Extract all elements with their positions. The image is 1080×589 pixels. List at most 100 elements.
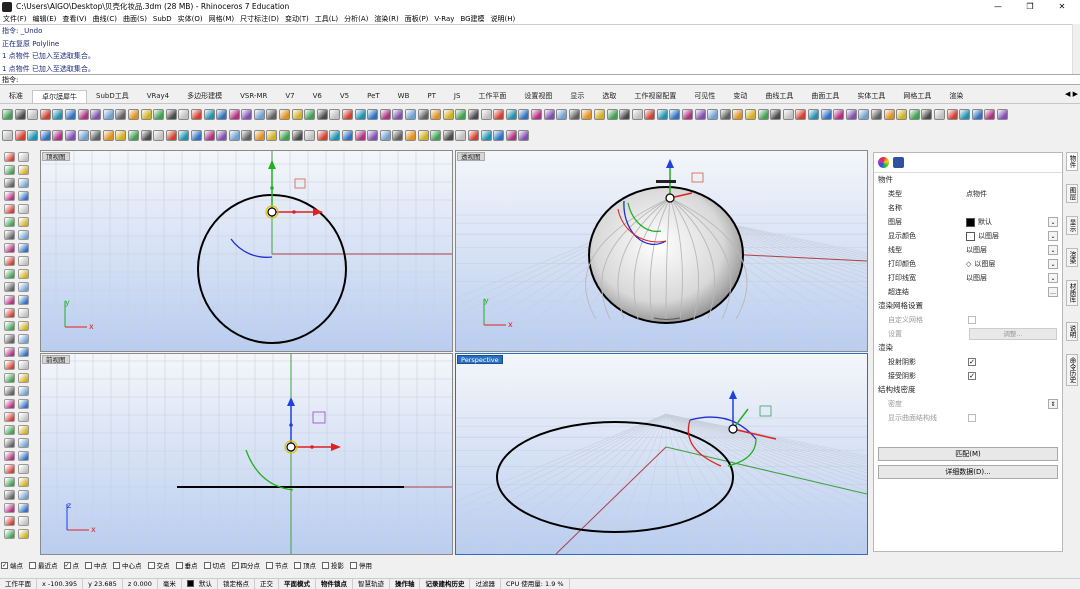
tab-viewport-layout[interactable]: 工作视窗配置 [625, 90, 685, 103]
sidebar-tool-icon[interactable] [4, 386, 15, 396]
toolbar-tool-icon[interactable] [178, 130, 190, 141]
menu-render[interactable]: 渲染(R) [371, 14, 401, 24]
toolbar-tool-icon[interactable] [921, 109, 933, 120]
toolbar-tool-icon[interactable] [77, 109, 89, 120]
toolbar-tool-icon[interactable] [291, 109, 303, 120]
gumball-center-persp[interactable] [728, 424, 738, 434]
toolbar-tool-icon[interactable] [644, 109, 656, 120]
toolbar-tool-icon[interactable] [606, 109, 618, 120]
menu-analyze[interactable]: 分析(A) [341, 14, 371, 24]
toolbar-tool-icon[interactable] [140, 109, 152, 120]
gumball-center[interactable] [267, 207, 277, 217]
toolbar-tool-icon[interactable] [39, 109, 51, 120]
menu-help[interactable]: 说明(H) [488, 14, 519, 24]
osnap-checkbox[interactable] [147, 561, 155, 569]
color-wheel-icon[interactable] [878, 157, 889, 168]
tab-scroll-arrows[interactable]: ◀ ▶ [1065, 90, 1078, 98]
osnap-intersection[interactable]: 交点 [147, 560, 170, 570]
sidebar-tool-icon[interactable] [18, 477, 29, 487]
toolbar-tool-icon[interactable] [682, 109, 694, 120]
osnap-quadrant[interactable]: ✓ 四分点 [231, 560, 260, 570]
toolbar-tool-icon[interactable] [253, 109, 265, 120]
tab-wb[interactable]: WB [389, 90, 419, 103]
toolbar-tool-icon[interactable] [770, 109, 782, 120]
status-osnap[interactable]: 物件锁点 [316, 578, 353, 589]
sidebar-tool-icon[interactable] [4, 191, 15, 201]
sidebar-tool-icon[interactable] [4, 477, 15, 487]
toolbar-tool-icon[interactable] [216, 109, 228, 120]
details-button[interactable]: 详细数据(D)... [878, 465, 1058, 479]
toolbar-tool-icon[interactable] [2, 109, 13, 120]
prop-row-print-width[interactable]: 打印线宽 以图层 ⌄ [874, 271, 1062, 285]
toolbar-tool-icon[interactable] [581, 109, 593, 120]
menu-tools[interactable]: 工具(L) [312, 14, 341, 24]
sidebar-tool-icon[interactable] [18, 529, 29, 539]
osnap-checkbox[interactable] [29, 561, 36, 569]
toolbar-tool-icon[interactable] [90, 109, 102, 120]
toolbar-tool-icon[interactable] [707, 109, 719, 120]
toolbar-tool-icon[interactable] [228, 109, 240, 120]
sidebar-tool-icon[interactable] [4, 412, 15, 422]
toolbar-tool-icon[interactable] [216, 130, 228, 141]
toolbar-tool-icon[interactable] [64, 109, 76, 120]
toolbar-tool-icon[interactable] [996, 109, 1008, 120]
toolbar-tool-icon[interactable] [14, 109, 26, 120]
toolbar-tool-icon[interactable] [959, 109, 971, 120]
menu-vray[interactable]: V-Ray [431, 15, 457, 23]
osnap-checkbox[interactable] [113, 561, 120, 569]
side-tab-command-history[interactable]: 命令历史 [1066, 354, 1078, 386]
sidebar-tool-icon[interactable] [18, 165, 29, 175]
sidebar-tool-icon[interactable] [4, 282, 15, 292]
toolbar-tool-icon[interactable] [543, 109, 555, 120]
sidebar-tool-icon[interactable] [4, 269, 15, 279]
status-smarttrack[interactable]: 智慧轨迹 [353, 578, 390, 589]
prop-row-print-color[interactable]: 打印颜色 ◇ 以图层 ⌄ [874, 257, 1062, 271]
sidebar-tool-icon[interactable] [4, 360, 15, 370]
tab-v7[interactable]: V7 [276, 90, 303, 103]
tab-mesh-tools[interactable]: 网格工具 [894, 90, 940, 103]
toolbar-tool-icon[interactable] [52, 109, 64, 120]
gumball-x-handle[interactable] [292, 210, 296, 214]
custom-mesh-checkbox[interactable] [968, 316, 976, 324]
toolbar-tool-icon[interactable] [153, 130, 165, 141]
toolbar-tool-icon[interactable] [530, 109, 542, 120]
toolbar-tool-icon[interactable] [593, 109, 605, 120]
sidebar-tool-icon[interactable] [18, 373, 29, 383]
adjust-mesh-button[interactable]: 调整... [969, 328, 1057, 340]
toolbar-tool-icon[interactable] [115, 109, 127, 120]
menu-edit[interactable]: 编辑(E) [30, 14, 60, 24]
osnap-point[interactable]: ✓ 点 [63, 560, 79, 570]
viewport-label-perspective[interactable]: Perspective [457, 355, 503, 364]
toolbar-tool-icon[interactable] [39, 130, 51, 141]
toolbar-tool-icon[interactable] [266, 109, 278, 120]
sidebar-tool-icon[interactable] [4, 438, 15, 448]
osnap-checkbox[interactable]: ✓ [1, 561, 8, 569]
sidebar-tool-icon[interactable] [4, 399, 15, 409]
toolbar-tool-icon[interactable] [417, 109, 429, 120]
status-grid-snap[interactable]: 锁定格点 [218, 578, 255, 589]
sidebar-tool-icon[interactable] [4, 451, 15, 461]
toolbar-tool-icon[interactable] [342, 109, 354, 120]
toolbar-tool-icon[interactable] [556, 109, 568, 120]
gumball-center-front[interactable] [286, 442, 296, 452]
toolbar-tool-icon[interactable] [405, 130, 416, 141]
side-tab-layer[interactable]: 图层 [1066, 184, 1078, 203]
toolbar-tool-icon[interactable] [392, 109, 404, 120]
toolbar-tool-icon[interactable] [795, 109, 807, 120]
print-color-dropdown[interactable]: ⌄ [1048, 259, 1058, 269]
side-tab-material-library[interactable]: 材质库 [1066, 280, 1078, 306]
tab-pt[interactable]: PT [418, 90, 445, 103]
toolbar-tool-icon[interactable] [367, 130, 379, 141]
sidebar-tool-icon[interactable] [4, 204, 15, 214]
match-button[interactable]: 匹配(M) [878, 447, 1058, 461]
sidebar-tool-icon[interactable] [18, 230, 29, 240]
sidebar-tool-icon[interactable] [4, 295, 15, 305]
toolbar-tool-icon[interactable] [2, 130, 13, 141]
toolbar-tool-icon[interactable] [329, 130, 341, 141]
toolbar-tool-icon[interactable] [241, 130, 253, 141]
status-planar[interactable]: 平面模式 [279, 578, 316, 589]
toolbar-tool-icon[interactable] [757, 109, 769, 120]
sidebar-tool-icon[interactable] [18, 321, 29, 331]
toolbar-tool-icon[interactable] [455, 109, 467, 120]
toolbar-tool-icon[interactable] [190, 109, 202, 120]
